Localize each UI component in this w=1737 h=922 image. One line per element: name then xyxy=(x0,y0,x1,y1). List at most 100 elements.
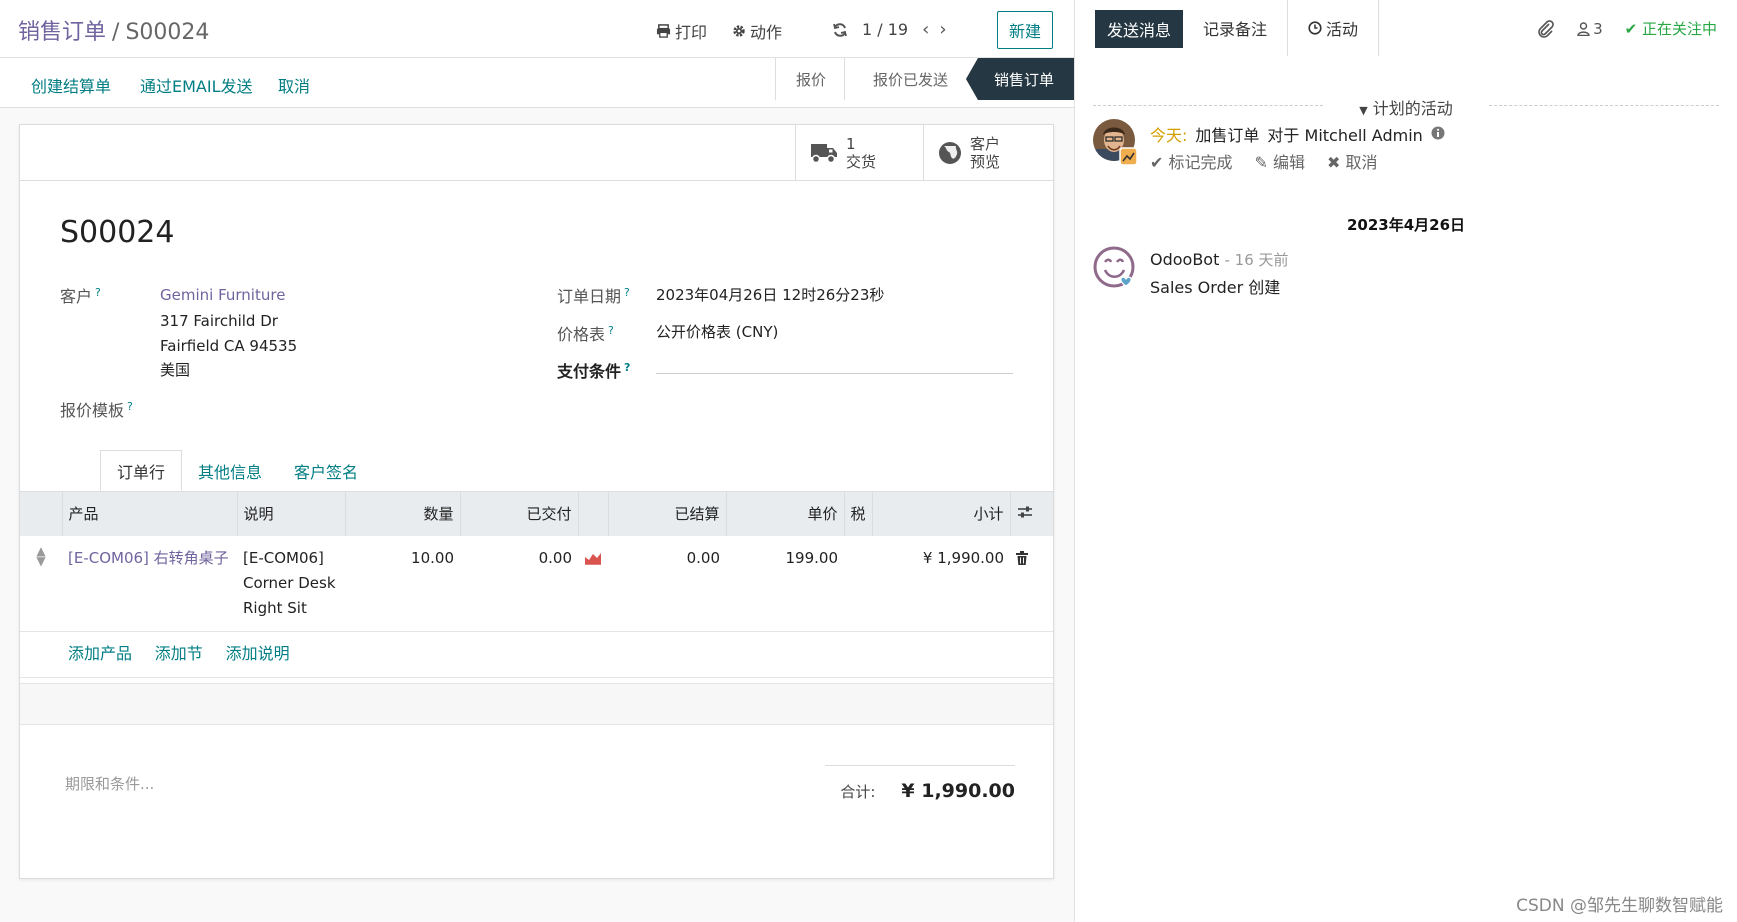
new-button[interactable]: 新建 xyxy=(997,11,1053,49)
message-header: OdooBot - 16 天前 xyxy=(1150,249,1289,270)
status-sales-order[interactable]: 销售订单 xyxy=(965,58,1074,100)
send-message-button[interactable]: 发送消息 xyxy=(1095,10,1184,48)
line-taxes[interactable] xyxy=(844,535,873,632)
planned-activities-label: 计划的活动 xyxy=(1372,99,1453,118)
pager: 1 / 19 ‹ › xyxy=(832,19,947,40)
payment-terms-help-icon[interactable]: ? xyxy=(624,361,630,374)
delivery-text: 1 交货 xyxy=(846,135,876,171)
message-time: - 16 天前 xyxy=(1224,251,1289,269)
order-name: S00024 xyxy=(60,215,175,250)
delivery-smart-button[interactable]: 1 交货 xyxy=(795,125,923,181)
order-date-value[interactable]: 2023年04月26日 12时26分23秒 xyxy=(656,283,884,308)
clock-icon xyxy=(1308,21,1322,35)
action-label: 动作 xyxy=(750,23,783,42)
column-header-taxes[interactable]: 税 xyxy=(844,491,873,536)
breadcrumb: 销售订单 / S00024 xyxy=(18,14,209,46)
payment-terms-input[interactable] xyxy=(656,362,1013,374)
cancel-order-button[interactable]: 取消 xyxy=(278,73,310,97)
status-quotation-sent[interactable]: 报价已发送 xyxy=(843,58,966,100)
pager-value[interactable]: 1 / 19 xyxy=(862,20,908,39)
chevron-left-icon[interactable]: ‹ xyxy=(922,19,929,40)
column-header-product[interactable]: 产品 xyxy=(62,491,238,536)
column-header-delivered[interactable]: 已交付 xyxy=(460,491,579,536)
customer-address-line1: 317 Fairchild Dr xyxy=(160,312,278,330)
form-sheet: 1 交货 客户 预览 S00024 客户? Gemini Furniture 3… xyxy=(19,124,1054,879)
table-row[interactable]: ▲ ▼ [E-COM06] 右转角桌子 [E-COM06] Corner Desk… xyxy=(20,535,1053,632)
activity-summary: 加售订单 xyxy=(1195,126,1260,145)
line-product[interactable]: [E-COM06] 右转角桌子 xyxy=(62,535,237,632)
activity-summary-line: 今天: 加售订单 对于 Mitchell Admin xyxy=(1150,122,1445,146)
breadcrumb-separator: / xyxy=(112,20,120,45)
create-invoice-button[interactable]: 创建结算单 xyxy=(31,73,111,97)
check-icon: ✔ xyxy=(1150,153,1164,172)
pricelist-value[interactable]: 公开价格表 (CNY) xyxy=(656,320,778,345)
following-button[interactable]: ✔ 正在关注中 xyxy=(1625,18,1717,39)
row-handle[interactable]: ▲ ▼ xyxy=(20,535,62,632)
odoobot-avatar-image xyxy=(1093,246,1135,288)
total-label: 合计: xyxy=(840,783,876,801)
customer-label: 客户? xyxy=(60,283,101,307)
trash-icon[interactable] xyxy=(1016,550,1029,565)
sliders-icon[interactable] xyxy=(1017,505,1033,519)
chatter-tabs: 发送消息 记录备注 活动 xyxy=(1075,0,1380,56)
edit-activity-button[interactable]: ✎ 编辑 xyxy=(1255,149,1306,173)
delivery-count: 1 xyxy=(846,135,856,153)
smart-button-box: 1 交货 客户 预览 xyxy=(20,125,1053,181)
column-header-invoiced[interactable]: 已结算 xyxy=(608,491,727,536)
breadcrumb-sales-orders[interactable]: 销售订单 xyxy=(18,20,106,45)
drag-handle-icon[interactable]: ▲ ▼ xyxy=(26,545,56,567)
followers-count: 3 xyxy=(1593,19,1603,38)
line-quantity[interactable]: 10.00 xyxy=(345,535,460,632)
column-header-unit-price[interactable]: 单价 xyxy=(726,491,845,536)
tab-order-lines[interactable]: 订单行 xyxy=(100,450,183,491)
chevron-right-icon[interactable]: › xyxy=(939,19,946,40)
terms-input[interactable]: 期限和条件... xyxy=(65,773,154,794)
line-description-1: [E-COM06] xyxy=(243,548,324,567)
activity-button[interactable]: 活动 xyxy=(1288,0,1380,56)
refresh-icon[interactable] xyxy=(832,22,848,38)
pricelist-label-text: 价格表 xyxy=(557,325,606,344)
pricelist-label: 价格表? xyxy=(557,321,614,345)
order-date-help-icon[interactable]: ? xyxy=(624,286,630,299)
customer-address-line2: Fairfield CA 94535 xyxy=(160,337,298,355)
customer-preview-smart-button[interactable]: 客户 预览 xyxy=(923,125,1053,181)
activity-due-today: 今天: xyxy=(1150,126,1188,145)
tab-other-info[interactable]: 其他信息 xyxy=(182,450,278,491)
followers-button[interactable]: 3 xyxy=(1577,20,1603,38)
customer-help-icon[interactable]: ? xyxy=(95,286,101,299)
column-header-description[interactable]: 说明 xyxy=(237,491,346,536)
log-note-button[interactable]: 记录备注 xyxy=(1183,0,1289,56)
user-icon xyxy=(1577,21,1590,36)
handle-column-header xyxy=(20,491,63,536)
template-help-icon[interactable]: ? xyxy=(127,400,133,413)
line-delivered: 0.00 xyxy=(460,535,578,632)
line-unit-price[interactable]: 199.00 xyxy=(726,535,844,632)
column-header-quantity[interactable]: 数量 xyxy=(345,491,461,536)
cancel-activity-label: 取消 xyxy=(1345,153,1378,172)
column-header-subtotal[interactable]: 小计 xyxy=(872,491,1011,536)
print-label: 打印 xyxy=(675,23,708,42)
table-header-row: 产品 说明 数量 已交付 已结算 单价 税 小计 xyxy=(20,491,1053,536)
area-chart-icon[interactable] xyxy=(584,551,602,565)
send-email-button[interactable]: 通过EMAIL发送 xyxy=(140,73,253,97)
empty-table-row xyxy=(20,643,1053,684)
message-body: Sales Order 创建 xyxy=(1150,278,1281,297)
pricelist-help-icon[interactable]: ? xyxy=(608,324,614,337)
tab-customer-signature[interactable]: 客户签名 xyxy=(278,450,374,491)
line-description[interactable]: [E-COM06] Corner Desk Right Sit xyxy=(237,535,345,632)
cancel-activity-button[interactable]: ✖ 取消 xyxy=(1327,149,1378,173)
paperclip-icon[interactable] xyxy=(1537,19,1555,38)
control-bar: 创建结算单 通过EMAIL发送 取消 报价 报价已发送 销售订单 xyxy=(0,58,1074,108)
truck-icon xyxy=(811,144,837,164)
mark-done-button[interactable]: ✔ 标记完成 xyxy=(1150,149,1233,173)
activity-assignee: 对于 Mitchell Admin xyxy=(1267,126,1423,145)
forecast-column-header xyxy=(578,491,609,536)
info-icon[interactable] xyxy=(1431,126,1445,140)
planned-activities-toggle[interactable]: ▼ 计划的活动 xyxy=(1347,99,1465,118)
total-value: ¥ 1,990.00 xyxy=(901,780,1015,802)
message-author[interactable]: OdooBot xyxy=(1150,250,1219,269)
action-button[interactable]: 动作 xyxy=(732,19,782,43)
print-button[interactable]: 打印 xyxy=(656,19,707,43)
status-quotation[interactable]: 报价 xyxy=(774,58,844,100)
customer-link[interactable]: Gemini Furniture xyxy=(160,283,285,308)
